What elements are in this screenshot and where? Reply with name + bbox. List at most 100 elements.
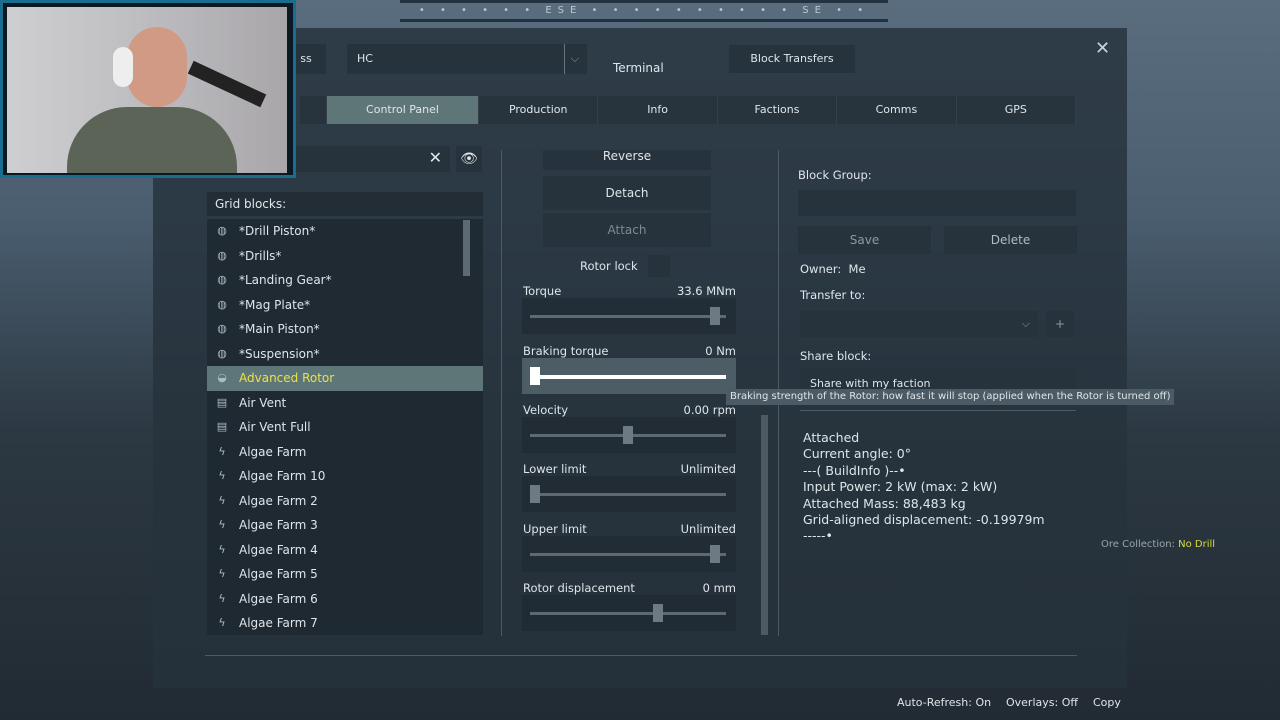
auto-refresh-toggle[interactable]: Auto-Refresh: On [897,696,991,709]
slider-handle[interactable] [710,307,721,325]
list-item[interactable]: ◍ *Drill Piston* [207,219,483,244]
person-head [127,27,187,107]
list-item-label: *Mag Plate* [239,297,311,312]
transfer-to-select[interactable]: ⌵ [800,311,1038,337]
list-item[interactable]: ◍ *Drills* [207,244,483,269]
list-item-label: Algae Farm 3 [239,518,318,533]
slider-upper-limit[interactable] [522,536,736,572]
info-line: Input Power: 2 kW (max: 2 kW) [803,479,998,495]
grid-select[interactable]: HC ⌵ [347,44,587,74]
slider-value: Unlimited [680,462,736,476]
list-item[interactable]: ▤ Air Vent [207,391,483,416]
chevron-down-icon: ⌵ [1021,317,1030,330]
group-icon: ◍ [217,322,227,336]
person-body [67,107,237,173]
slider-rotor-displacement[interactable] [522,595,736,631]
webcam-feed [7,7,287,173]
transfer-to-label: Transfer to: [800,288,866,302]
owner-row: Owner: Me [800,262,866,276]
list-item[interactable]: ϟ Algae Farm 7 [207,611,483,636]
reverse-button[interactable]: Reverse [543,150,711,170]
tab-factions[interactable]: Factions [718,96,838,124]
slider-handle[interactable] [710,545,721,563]
list-scrollbar[interactable] [463,220,470,276]
copy-button[interactable]: Copy [1093,696,1121,709]
attach-button[interactable]: Attach [543,213,711,247]
rotor-icon: ◒ [217,371,227,385]
slider-handle[interactable] [623,426,633,444]
list-item[interactable]: ϟ Algae Farm 2 [207,489,483,514]
slider-lower-limit[interactable] [522,476,736,512]
block-transfers-button[interactable]: Block Transfers [729,45,855,73]
owner-value: Me [848,262,866,276]
tab-control-panel[interactable]: Control Panel [327,96,479,124]
list-item-label: Algae Farm 7 [239,616,318,631]
list-item[interactable]: ◍ *Mag Plate* [207,293,483,318]
save-button[interactable]: Save [798,226,931,254]
group-icon: ◍ [217,224,227,238]
list-item-label: Algae Farm [239,444,307,459]
list-item-label: Advanced Rotor [239,371,335,386]
slider-track [530,375,726,379]
list-item-label: Algae Farm 4 [239,542,318,557]
clear-search-icon[interactable]: ✕ [429,148,442,167]
list-item[interactable]: ϟ Algae Farm 10 [207,464,483,489]
farm-icon: ϟ [218,469,226,483]
list-item[interactable]: ◍ *Main Piston* [207,317,483,342]
detach-button[interactable]: Detach [543,176,711,210]
slider-handle[interactable] [530,367,540,385]
slider-handle[interactable] [530,485,540,503]
farm-icon: ϟ [218,567,226,581]
slider-label: Upper limit [523,522,587,536]
list-item[interactable]: ▤ Air Vent Full [207,415,483,440]
search-input[interactable]: ✕ [290,146,450,172]
delete-button[interactable]: Delete [944,226,1077,254]
group-icon: ◍ [217,273,227,287]
list-item[interactable]: ϟ Algae Farm [207,440,483,465]
info-line: -----• [803,528,833,544]
tab-gps[interactable]: GPS [957,96,1077,124]
list-item-label: *Drill Piston* [239,224,316,239]
slider-track [530,612,726,615]
list-item[interactable]: ◍ *Landing Gear* [207,268,483,293]
slider-torque[interactable] [522,298,736,334]
slider-braking-torque[interactable] [522,358,736,394]
info-line: ---( BuildInfo )--• [803,462,906,478]
microphone [187,60,267,108]
group-icon: ◍ [217,248,227,262]
overlays-toggle[interactable]: Overlays: Off [1006,696,1078,709]
slider-label: Lower limit [523,462,587,476]
controls-scrollbar[interactable] [761,415,768,635]
tab-info[interactable]: Info [598,96,718,124]
rotor-lock-checkbox[interactable] [648,255,670,277]
tab-hidden[interactable] [300,96,327,124]
list-item-label: Algae Farm 2 [239,493,318,508]
webcam-overlay [0,0,296,178]
eye-icon[interactable]: 👁 [456,146,482,172]
slider-velocity[interactable] [522,417,736,453]
tab-production[interactable]: Production [479,96,599,124]
list-item[interactable]: ϟ Algae Farm 3 [207,513,483,538]
list-item[interactable]: ϟ Algae Farm 5 [207,562,483,587]
slider-handle[interactable] [652,604,663,622]
list-item[interactable]: ◒ Advanced Rotor [207,366,483,391]
farm-icon: ϟ [218,493,226,507]
group-icon: ◍ [217,297,227,311]
slider-value: 0.00 rpm [683,403,737,417]
list-item[interactable]: ◍ *Suspension* [207,342,483,367]
list-item[interactable]: ϟ Algae Farm 6 [207,587,483,612]
slider-label: Braking torque [523,344,609,358]
slider-label: Torque [523,284,562,298]
compass-ese: ESE [545,5,583,16]
close-icon[interactable]: ✕ [1095,38,1110,59]
list-item[interactable]: ϟ Algae Farm 4 [207,538,483,563]
add-button[interactable]: + [1046,311,1074,337]
vent-icon: ▤ [216,420,228,434]
divider [501,150,502,636]
list-item-label: Air Vent [239,395,287,410]
grid-select-value: HC [357,52,373,65]
info-line: Attached Mass: 88,483 kg [803,495,966,511]
info-line: Grid-aligned displacement: -0.19979m [803,512,1045,528]
tab-comms[interactable]: Comms [837,96,957,124]
block-group-input[interactable] [798,190,1076,216]
